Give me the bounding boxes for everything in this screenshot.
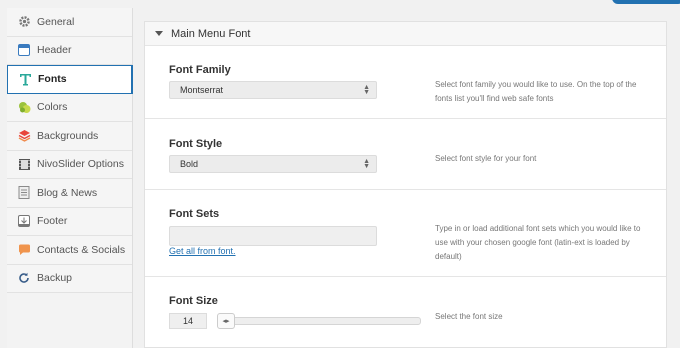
sidebar-item-label: General [37,15,75,28]
layers-icon [17,129,31,143]
select-arrows-icon: ▲ ▼ [363,158,370,170]
sidebar-item-label: Colors [37,101,68,114]
font-size-value: 14 [182,316,193,326]
sidebar-item-label: Fonts [38,73,67,86]
top-action-button[interactable] [612,0,680,4]
sidebar-item-general[interactable]: General [7,8,132,37]
font-family-row: Font Family Montserrat ▲ ▼ Select font fa… [145,47,666,119]
chat-icon [17,243,31,257]
font-style-label: Font Style [169,138,223,150]
font-icon [18,72,32,86]
header-icon [17,43,31,57]
gear-icon [17,15,31,29]
select-arrows-icon: ▲ ▼ [363,84,370,96]
panel-title: Main Menu Font [171,27,251,40]
sidebar-item-label: Blog & News [37,186,98,199]
sidebar-item-fonts[interactable]: Fonts [7,65,133,94]
font-size-slider-handle[interactable]: ◂▸ [217,313,235,329]
sidebar-item-colors[interactable]: Colors [7,93,132,122]
sidebar-item-label: Backgrounds [37,129,99,142]
main-menu-font-panel: Main Menu Font Font Family Montserrat ▲ ▼… [144,21,667,348]
document-icon [17,186,31,200]
font-family-description: Select font family you would like to use… [435,80,637,103]
font-size-description: Select the font size [435,312,503,321]
sidebar-item-label: NivoSlider Options [37,158,124,171]
sidebar-item-footer[interactable]: Footer [7,207,132,236]
sidebar-item-label: Header [37,44,72,57]
sidebar: General Header Fonts Colors Backgrounds … [7,8,133,348]
palette-icon [17,100,31,114]
sidebar-item-header[interactable]: Header [7,36,132,65]
footer-icon [17,214,31,228]
refresh-icon [17,271,31,285]
font-size-slider-track[interactable] [221,317,421,325]
font-style-description: Select font style for your font [435,154,537,163]
sidebar-item-nivoslider-options[interactable]: NivoSlider Options [7,150,132,179]
sidebar-item-blog-news[interactable]: Blog & News [7,179,132,208]
font-style-row: Font Style Bold ▲ ▼ Select font style for… [145,120,666,190]
font-sets-input[interactable] [169,226,377,246]
font-sets-label: Font Sets [169,208,220,220]
font-family-value: Montserrat [180,85,224,95]
font-size-input[interactable]: 14 [169,313,207,329]
get-all-from-font-link[interactable]: Get all from font. [169,246,236,256]
sidebar-item-label: Footer [37,215,68,228]
font-size-label: Font Size [169,295,218,307]
font-sets-description: Type in or load additional font sets whi… [435,224,641,261]
film-icon [17,157,31,171]
font-sets-row: Font Sets Get all from font. Type in or … [145,191,666,277]
sidebar-item-label: Contacts & Socials [37,243,126,256]
sidebar-item-backup[interactable]: Backup [7,264,132,293]
font-style-select[interactable]: Bold ▲ ▼ [169,155,377,173]
collapse-triangle-icon[interactable] [155,31,163,36]
sidebar-item-backgrounds[interactable]: Backgrounds [7,122,132,151]
font-style-value: Bold [180,159,199,169]
sidebar-item-contacts-socials[interactable]: Contacts & Socials [7,236,132,265]
font-family-label: Font Family [169,64,231,76]
sidebar-item-label: Backup [37,272,73,285]
font-size-row: Font Size 14 ◂▸ Select the font size [145,278,666,348]
panel-header[interactable]: Main Menu Font [145,22,666,46]
font-family-select[interactable]: Montserrat ▲ ▼ [169,81,377,99]
